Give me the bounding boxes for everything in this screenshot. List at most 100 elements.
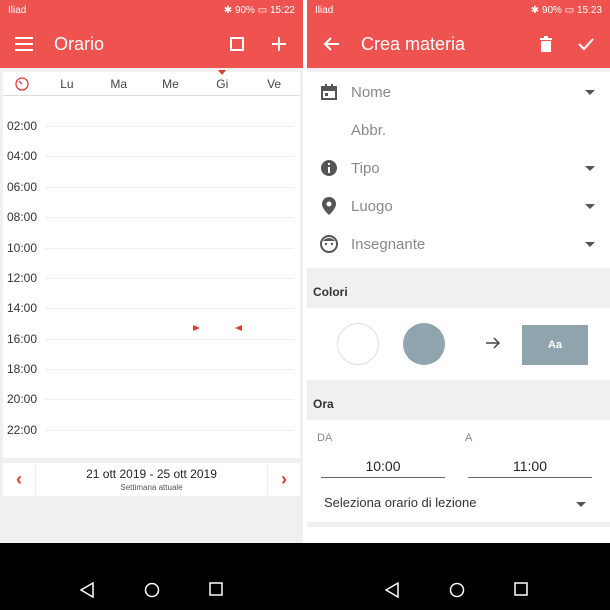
trash-icon[interactable] bbox=[534, 32, 558, 56]
clock-label: 15:22 bbox=[269, 4, 295, 16]
hour-label: 02:00 bbox=[7, 119, 38, 133]
hour-row: 18:00 bbox=[3, 362, 300, 399]
next-section-card bbox=[307, 527, 610, 543]
hour-row: 14:00 bbox=[3, 301, 300, 338]
day-header: Lu Ma Me Gi Ve bbox=[3, 69, 300, 96]
time-section: DA A 10:00 11:00 Seleziona orario di lez… bbox=[307, 420, 610, 522]
clock-label: 15:23 bbox=[576, 4, 602, 16]
day-mon: Lu bbox=[60, 76, 74, 91]
hour-label: 06:00 bbox=[7, 180, 38, 194]
status-right: ✱ 90% ▭ 15:23 bbox=[531, 5, 602, 16]
home-nav-icon[interactable] bbox=[144, 582, 160, 603]
lesson-time-select[interactable]: Seleziona orario di lezione bbox=[324, 495, 586, 510]
chevron-down-icon[interactable] bbox=[570, 89, 610, 95]
hour-label: 10:00 bbox=[7, 241, 38, 255]
check-icon[interactable] bbox=[574, 32, 598, 56]
timetable-grid[interactable]: Lu Ma Me Gi Ve 02:00 04:00 06:00 08:00 1… bbox=[3, 69, 300, 460]
week-sub-label: Settimana attuale bbox=[120, 483, 183, 492]
hour-row: 12:00 bbox=[3, 271, 300, 308]
status-bar: Iliad ✱ 90% ▭ 15:23 bbox=[307, 0, 610, 20]
hour-label: 08:00 bbox=[7, 210, 38, 224]
abbr-field[interactable]: Abbr. bbox=[307, 111, 610, 149]
carrier-label: Iliad bbox=[315, 4, 334, 16]
back-nav-icon[interactable] bbox=[79, 581, 94, 603]
hour-label: 14:00 bbox=[7, 301, 38, 315]
day-thu: Gi bbox=[196, 69, 248, 91]
hour-row: 10:00 bbox=[3, 241, 300, 278]
subject-form: Nome Abbr. Tipo Luogo Insegnante bbox=[307, 72, 610, 268]
hour-label: 20:00 bbox=[7, 392, 38, 406]
place-label: Luogo bbox=[351, 197, 393, 215]
hour-label: 12:00 bbox=[7, 271, 38, 285]
status-right: ✱ 90% ▭ 15:22 bbox=[224, 5, 295, 16]
create-subject-screen: Iliad ✱ 90% ▭ 15:23 Crea materia Nome Ab… bbox=[307, 0, 610, 543]
battery-label: 90% bbox=[234, 4, 255, 16]
app-bar: Orario bbox=[0, 20, 303, 68]
menu-icon[interactable] bbox=[12, 32, 36, 56]
end-time-field[interactable]: 11:00 bbox=[468, 458, 592, 478]
page-title: Crea materia bbox=[361, 33, 466, 54]
clock-icon[interactable] bbox=[3, 76, 41, 91]
timetable-screen: Iliad ✱ 90% ▭ 15:22 Orario Lu Ma Me Gi V bbox=[0, 0, 303, 543]
abbr-label: Abbr. bbox=[351, 121, 387, 139]
app-bar: Crea materia bbox=[307, 20, 610, 68]
hour-row: 06:00 bbox=[3, 180, 300, 217]
page-title: Orario bbox=[54, 33, 105, 54]
back-arrow-icon[interactable] bbox=[319, 32, 343, 56]
hour-row: 20:00 bbox=[3, 392, 300, 429]
color-preview: Aa bbox=[522, 325, 588, 365]
chevron-down-icon bbox=[576, 495, 586, 510]
white-color-swatch[interactable] bbox=[337, 323, 379, 365]
place-field[interactable]: Luogo bbox=[307, 187, 610, 225]
hour-row: 02:00 bbox=[3, 119, 300, 156]
carrier-label: Iliad bbox=[8, 4, 27, 16]
now-marker-right bbox=[235, 325, 242, 331]
hour-label: 22:00 bbox=[7, 423, 38, 437]
colors-section: Aa bbox=[307, 308, 610, 380]
select-label: Seleziona orario di lezione bbox=[324, 495, 477, 510]
add-icon[interactable] bbox=[267, 32, 291, 56]
teacher-label: Insegnante bbox=[351, 235, 426, 253]
bluetooth-icon: ✱ bbox=[530, 4, 540, 16]
to-label: A bbox=[465, 432, 473, 444]
square-icon[interactable] bbox=[225, 32, 249, 56]
chevron-down-icon[interactable] bbox=[570, 203, 610, 209]
name-field[interactable]: Nome bbox=[307, 73, 610, 111]
info-icon bbox=[307, 159, 351, 177]
from-label: DA bbox=[317, 432, 333, 444]
type-label: Tipo bbox=[351, 159, 380, 177]
now-marker-left bbox=[193, 325, 200, 331]
hour-row: 16:00 bbox=[3, 332, 300, 369]
prev-week-icon[interactable]: ‹ bbox=[3, 463, 35, 496]
day-tue: Ma bbox=[110, 76, 128, 91]
colors-section-title: Colori bbox=[313, 285, 348, 299]
week-range[interactable]: 21 ott 2019 - 25 ott 2019 Settimana attu… bbox=[35, 463, 268, 496]
teacher-field[interactable]: Insegnante bbox=[307, 225, 610, 263]
type-field[interactable]: Tipo bbox=[307, 149, 610, 187]
hour-label: 04:00 bbox=[7, 149, 38, 163]
time-section-title: Ora bbox=[313, 397, 334, 411]
bluetooth-icon: ✱ bbox=[223, 4, 233, 16]
arrow-right-icon bbox=[485, 335, 501, 356]
back-nav-icon[interactable] bbox=[384, 581, 399, 603]
week-range-label: 21 ott 2019 - 25 ott 2019 bbox=[86, 467, 217, 481]
battery-icon: ▭ bbox=[564, 4, 575, 16]
recents-nav-icon[interactable] bbox=[514, 582, 528, 601]
hour-label: 18:00 bbox=[7, 362, 38, 376]
day-fri: Ve bbox=[267, 76, 282, 91]
calendar-icon bbox=[307, 84, 351, 100]
hour-row: 22:00 bbox=[3, 423, 300, 460]
grey-color-swatch[interactable] bbox=[403, 323, 445, 365]
hour-row: 04:00 bbox=[3, 149, 300, 186]
home-nav-icon[interactable] bbox=[449, 582, 465, 603]
face-icon bbox=[307, 235, 351, 253]
recents-nav-icon[interactable] bbox=[209, 582, 223, 601]
week-navigator: ‹ 21 ott 2019 - 25 ott 2019 Settimana at… bbox=[3, 463, 300, 496]
start-time-field[interactable]: 10:00 bbox=[321, 458, 445, 478]
chevron-down-icon[interactable] bbox=[570, 241, 610, 247]
chevron-down-icon[interactable] bbox=[570, 165, 610, 171]
next-week-icon[interactable]: › bbox=[268, 463, 300, 496]
battery-label: 90% bbox=[541, 4, 562, 16]
battery-icon: ▭ bbox=[257, 4, 268, 16]
hour-label: 16:00 bbox=[7, 332, 38, 346]
